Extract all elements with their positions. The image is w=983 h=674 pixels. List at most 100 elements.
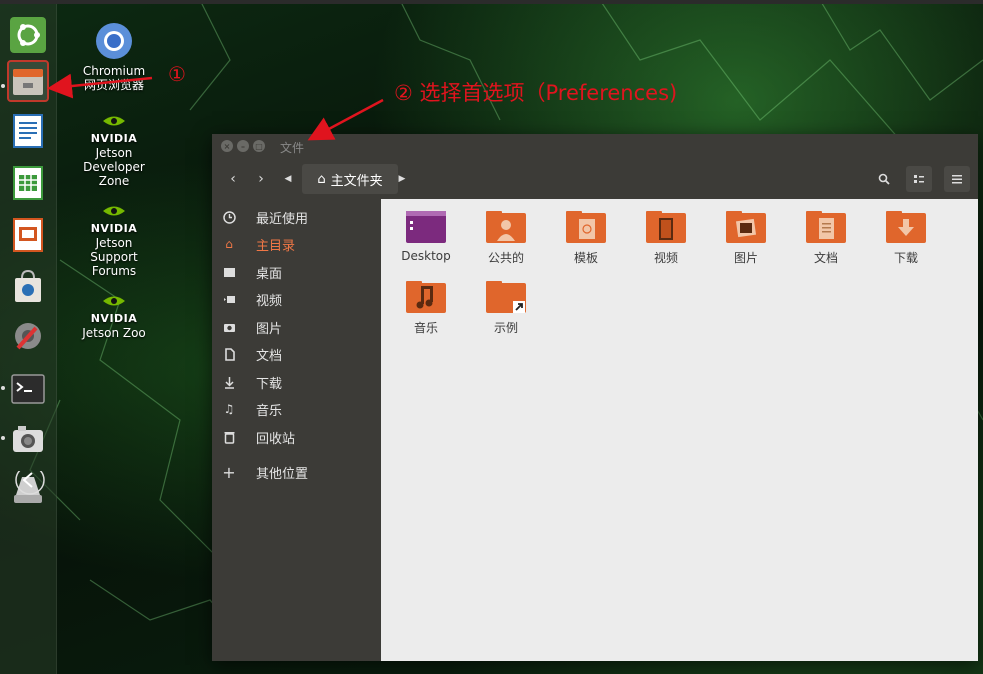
nvidia-logo-icon	[103, 296, 125, 306]
sidebar-item-home[interactable]: ⌂ 主目录	[212, 231, 381, 257]
file-item-desktop[interactable]: Desktop	[388, 209, 464, 263]
sidebar-item-label: 回收站	[256, 431, 296, 447]
desktop-icon-label: Zone	[98, 174, 130, 188]
maximize-icon: □	[255, 141, 263, 151]
path-bar-home-button[interactable]: ⌂ 主文件夹	[302, 164, 398, 194]
camera-icon	[212, 321, 246, 334]
launcher-files-button[interactable]	[7, 60, 49, 102]
file-item-label: Desktop	[401, 249, 451, 263]
minimize-button[interactable]: –	[237, 140, 249, 152]
sidebar-item-music[interactable]: ♫ 音乐	[212, 396, 381, 422]
sidebar-item-label: 主目录	[256, 238, 296, 254]
file-manager-window: × – □ 文件 ‹ › ◀ ⌂ 主文件夹 ▶ 最近使用 ⌂ 主目录 桌面 视频…	[212, 134, 978, 661]
plus-icon: +	[222, 462, 236, 482]
path-scroll-left-button[interactable]: ◀	[280, 166, 296, 192]
close-button[interactable]: ×	[221, 140, 233, 152]
desktop-icon-jetson-developer-zone[interactable]: NVIDIA Jetson Developer Zone	[74, 112, 154, 188]
path-scroll-right-button[interactable]: ▶	[394, 166, 410, 192]
impress-icon	[13, 218, 43, 252]
file-item-videos[interactable]: 视频	[628, 209, 704, 266]
file-item-music[interactable]: 音乐	[388, 279, 464, 336]
list-view-icon	[914, 175, 924, 183]
camera-icon	[13, 426, 43, 452]
forward-button[interactable]: ›	[248, 166, 274, 192]
file-item-label: 公共的	[487, 251, 524, 265]
search-button[interactable]	[871, 166, 897, 192]
launcher-calc-button[interactable]	[7, 162, 49, 204]
launcher-writer-button[interactable]	[7, 110, 49, 152]
view-toggle-button[interactable]	[906, 166, 932, 192]
menu-button[interactable]	[944, 166, 970, 192]
calc-icon	[13, 166, 43, 200]
launcher-settings-button[interactable]	[7, 315, 49, 357]
examples-folder-icon	[486, 281, 526, 313]
back-button[interactable]: ‹	[220, 166, 246, 192]
launcher-dash-button[interactable]	[7, 14, 49, 56]
chromium-icon	[96, 23, 132, 59]
drive-icon	[14, 471, 45, 503]
top-panel	[0, 0, 983, 4]
path-label: 主文件夹	[330, 173, 383, 189]
video-icon	[212, 293, 246, 306]
desktop-icon-jetson-support-forums[interactable]: NVIDIA Jetson Support Forums	[74, 202, 154, 278]
window-titlebar[interactable]: × – □ 文件	[212, 134, 978, 159]
places-sidebar: 最近使用 ⌂ 主目录 桌面 视频 图片 文档 下载 ♫ 音乐 回收站 + 其他位…	[212, 199, 381, 661]
annotation-step1-label: ①	[168, 62, 186, 86]
documents-folder-icon	[806, 211, 846, 243]
file-item-label: 示例	[493, 321, 518, 335]
file-item-examples[interactable]: 示例	[468, 279, 544, 336]
triangle-right-icon: ▶	[398, 174, 406, 184]
launcher-screenshot-button[interactable]	[7, 418, 49, 460]
public-folder-icon	[486, 211, 526, 243]
sidebar-item-documents[interactable]: 文档	[212, 341, 381, 367]
file-item-pictures[interactable]: 图片	[708, 209, 784, 266]
file-item-templates[interactable]: 模板	[548, 209, 624, 266]
chevron-right-icon: ›	[258, 171, 264, 187]
pictures-folder-icon	[726, 211, 766, 243]
terminal-icon	[11, 374, 45, 404]
desktop-icon-chromium[interactable]: Chromium 网页浏览器	[74, 22, 154, 92]
file-item-public[interactable]: 公共的	[468, 209, 544, 266]
file-item-label: 视频	[653, 251, 678, 265]
ubuntu-logo-icon	[10, 17, 46, 53]
sidebar-item-trash[interactable]: 回收站	[212, 424, 381, 450]
desktop-icon-label: Chromium	[82, 64, 146, 78]
minimize-icon: –	[241, 141, 245, 151]
desktop-icon-label: 网页浏览器	[83, 78, 144, 92]
launcher-terminal-button[interactable]	[7, 368, 49, 410]
launcher-drive-button[interactable]	[7, 468, 49, 510]
close-icon: ×	[223, 141, 231, 151]
desktop-icon-jetson-zoo[interactable]: NVIDIA Jetson Zoo	[74, 292, 154, 340]
sidebar-item-videos[interactable]: 视频	[212, 286, 381, 312]
sidebar-item-pictures[interactable]: 图片	[212, 314, 381, 340]
file-item-downloads[interactable]: 下载	[868, 209, 944, 266]
sidebar-item-other-locations[interactable]: + 其他位置	[212, 459, 381, 485]
search-icon	[878, 173, 890, 185]
download-icon	[212, 376, 246, 389]
annotation-step2-label: ② 选择首选项（Preferences)	[394, 81, 678, 105]
nvidia-brand-text: NVIDIA	[90, 312, 138, 325]
launcher-software-button[interactable]	[7, 265, 49, 307]
launcher-running-indicator	[1, 84, 5, 88]
chevron-left-icon: ‹	[230, 171, 236, 187]
triangle-left-icon: ◀	[284, 174, 292, 184]
launcher-impress-button[interactable]	[7, 214, 49, 256]
sidebar-item-label: 桌面	[256, 266, 283, 282]
sidebar-item-desktop[interactable]: 桌面	[212, 259, 381, 285]
hamburger-menu-icon	[952, 175, 962, 184]
sidebar-item-label: 最近使用	[256, 211, 309, 227]
file-item-label: 图片	[733, 251, 758, 265]
file-view[interactable]: Desktop 公共的 模板 视频 图片 文档 下载 音乐 示例	[381, 199, 978, 661]
file-item-documents[interactable]: 文档	[788, 209, 864, 266]
launcher-running-indicator	[1, 386, 5, 390]
trash-icon	[212, 431, 246, 444]
document-icon	[212, 347, 246, 361]
nvidia-logo-icon	[103, 116, 125, 126]
launcher	[0, 4, 57, 674]
home-icon: ⌂	[317, 171, 326, 187]
home-icon: ⌂	[225, 237, 233, 251]
sidebar-item-recent[interactable]: 最近使用	[212, 204, 381, 230]
sidebar-item-downloads[interactable]: 下载	[212, 369, 381, 395]
maximize-button[interactable]: □	[253, 140, 265, 152]
sidebar-item-label: 视频	[256, 293, 283, 309]
